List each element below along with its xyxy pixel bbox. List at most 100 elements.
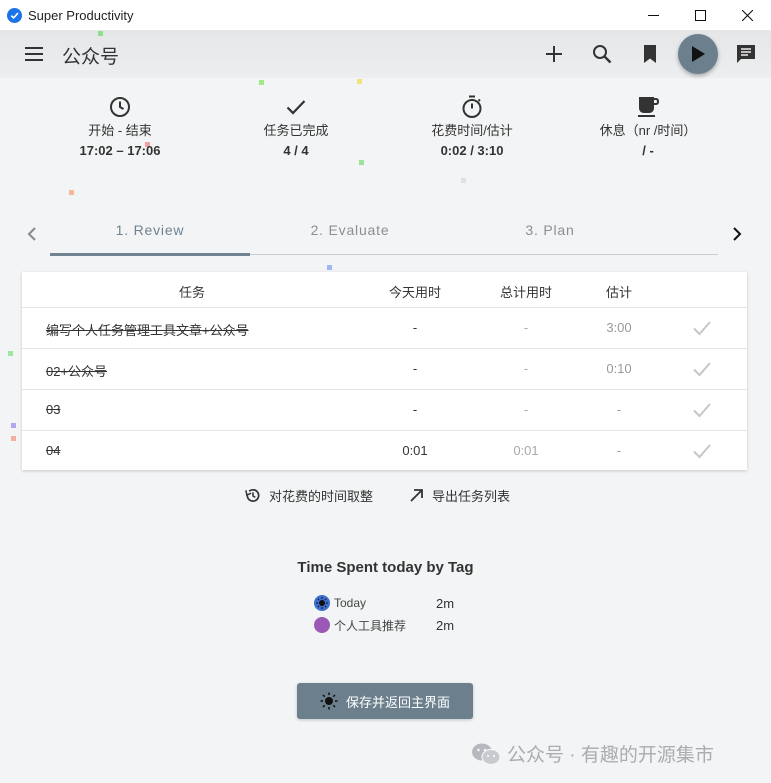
stat-value: 4 / 4 <box>283 143 309 158</box>
plus-icon <box>546 46 562 62</box>
wechat-icon <box>472 743 501 765</box>
table-row: 04 0:01 0:01 - <box>22 430 747 471</box>
export-tasks-label: 导出任务列表 <box>432 489 511 504</box>
task-title[interactable]: 编写个人任务管理工具文章+公众号 <box>46 320 249 339</box>
play-button[interactable] <box>678 34 718 74</box>
col-header-task: 任务 <box>178 285 205 300</box>
round-time-button[interactable]: 对花费的时间取整 <box>244 486 373 505</box>
comment-icon <box>737 45 755 63</box>
tag-name: Today <box>334 596 367 610</box>
table-actions: 对花费的时间取整 导出任务列表 <box>0 486 771 508</box>
add-task-button[interactable] <box>542 42 566 66</box>
tab-evaluate[interactable]: 2. Evaluate <box>250 222 450 238</box>
confetti-piece <box>8 351 13 356</box>
task-time-total: - <box>523 402 529 417</box>
window-titlebar: Super Productivity <box>0 0 771 30</box>
play-icon <box>692 46 705 62</box>
tab-next-button[interactable] <box>725 222 749 246</box>
confetti-piece <box>461 178 466 183</box>
window-title: Super Productivity <box>28 7 134 23</box>
stat-value: / - <box>642 143 654 158</box>
task-time-total: 0:01 <box>513 443 539 458</box>
project-title: 公众号 <box>62 47 120 68</box>
task-table: 任务 今天用时 总计用时 估计 编写个人任务管理工具文章+公众号 - - 3:0… <box>22 272 747 470</box>
stat-value: 17:02 – 17:06 <box>79 143 161 158</box>
col-header-total: 总计用时 <box>499 285 552 300</box>
maximize-button[interactable] <box>677 0 724 30</box>
tag-time: 2m <box>436 595 455 611</box>
notes-button[interactable] <box>734 42 758 66</box>
col-header-today: 今天用时 <box>388 285 441 300</box>
timer-icon <box>397 95 547 119</box>
task-estimate[interactable]: 0:10 <box>569 361 669 376</box>
table-row: 02+公众号 - - 0:10 <box>22 348 747 389</box>
export-tasks-button[interactable]: 导出任务列表 <box>409 486 510 505</box>
col-header-estimate: 估计 <box>605 285 632 300</box>
save-button-label: 保存并返回主界面 <box>345 694 450 710</box>
tab-plan[interactable]: 3. Plan <box>450 222 650 238</box>
watermark-text: 公众号 · 有趣的开源集市 <box>507 745 714 766</box>
check-icon <box>221 95 371 119</box>
table-row: 编写个人任务管理工具文章+公众号 - - 3:00 <box>22 307 747 348</box>
stat-value: 0:02 / 3:10 <box>440 143 504 158</box>
sun-icon <box>314 595 330 611</box>
task-time-total: - <box>523 361 529 376</box>
hamburger-icon <box>25 47 43 61</box>
confetti-piece <box>98 31 103 36</box>
bookmark-icon <box>644 45 656 63</box>
stat-start-end: 开始 - 结束 17:02 – 17:06 <box>45 95 195 158</box>
tag-color-dot-icon <box>314 617 330 633</box>
confetti-piece <box>11 436 16 441</box>
chevron-left-icon <box>27 227 36 241</box>
tag-name: 个人工具推荐 <box>334 618 407 633</box>
confetti-piece <box>259 80 264 85</box>
sun-icon <box>320 692 338 710</box>
coffee-icon <box>573 95 723 119</box>
confetti-piece <box>11 423 16 428</box>
done-check-icon[interactable] <box>692 318 712 338</box>
arrow-up-right-icon <box>410 489 423 502</box>
clock-icon <box>45 95 195 119</box>
day-stats: 开始 - 结束 17:02 – 17:06 任务已完成 4 / 4 花费时间/估… <box>0 95 771 165</box>
search-button[interactable] <box>590 42 614 66</box>
close-window-button[interactable] <box>724 0 771 30</box>
bookmark-button[interactable] <box>638 42 662 66</box>
tab-prev-button[interactable] <box>20 222 44 246</box>
task-estimate[interactable]: - <box>569 443 669 458</box>
history-icon <box>245 488 260 502</box>
task-title[interactable]: 03 <box>46 402 60 417</box>
done-check-icon[interactable] <box>692 400 712 420</box>
review-tabs: 1. Review 2. Evaluate 3. Plan <box>0 212 771 258</box>
tag-time: 2m <box>436 617 455 633</box>
task-time-today: - <box>412 320 418 335</box>
task-title[interactable]: 04 <box>46 443 60 458</box>
task-estimate[interactable]: - <box>569 402 669 417</box>
tag-time-title: Time Spent today by Tag <box>297 559 474 576</box>
minimize-button[interactable] <box>630 0 677 30</box>
confetti-piece <box>357 79 362 84</box>
table-row: 03 - - - <box>22 389 747 430</box>
round-time-label: 对花费的时间取整 <box>269 489 374 504</box>
app-header: 公众号 <box>0 30 771 78</box>
stat-tasks-done: 任务已完成 4 / 4 <box>221 95 371 158</box>
tag-item-today: Today 2m <box>314 594 514 612</box>
tab-active-indicator <box>50 253 250 256</box>
task-time-today: 0:01 <box>402 443 428 458</box>
save-and-return-button[interactable]: 保存并返回主界面 <box>297 683 473 719</box>
menu-button[interactable] <box>22 42 46 66</box>
tab-review[interactable]: 1. Review <box>50 222 250 238</box>
stat-time-estimate: 花费时间/估计 0:02 / 3:10 <box>397 95 547 158</box>
watermark: 公众号 · 有趣的开源集市 <box>471 740 714 767</box>
task-time-today: - <box>412 402 418 417</box>
done-check-icon[interactable] <box>692 359 712 379</box>
confetti-piece <box>327 265 332 270</box>
task-title[interactable]: 02+公众号 <box>46 361 107 380</box>
search-icon <box>593 45 612 64</box>
done-check-icon[interactable] <box>692 441 712 461</box>
stat-label: 开始 - 结束 <box>88 123 152 138</box>
app-logo-icon <box>7 7 22 23</box>
stat-label: 任务已完成 <box>263 123 329 138</box>
confetti-piece <box>69 190 74 195</box>
task-time-today: - <box>412 361 418 376</box>
task-estimate[interactable]: 3:00 <box>569 320 669 335</box>
